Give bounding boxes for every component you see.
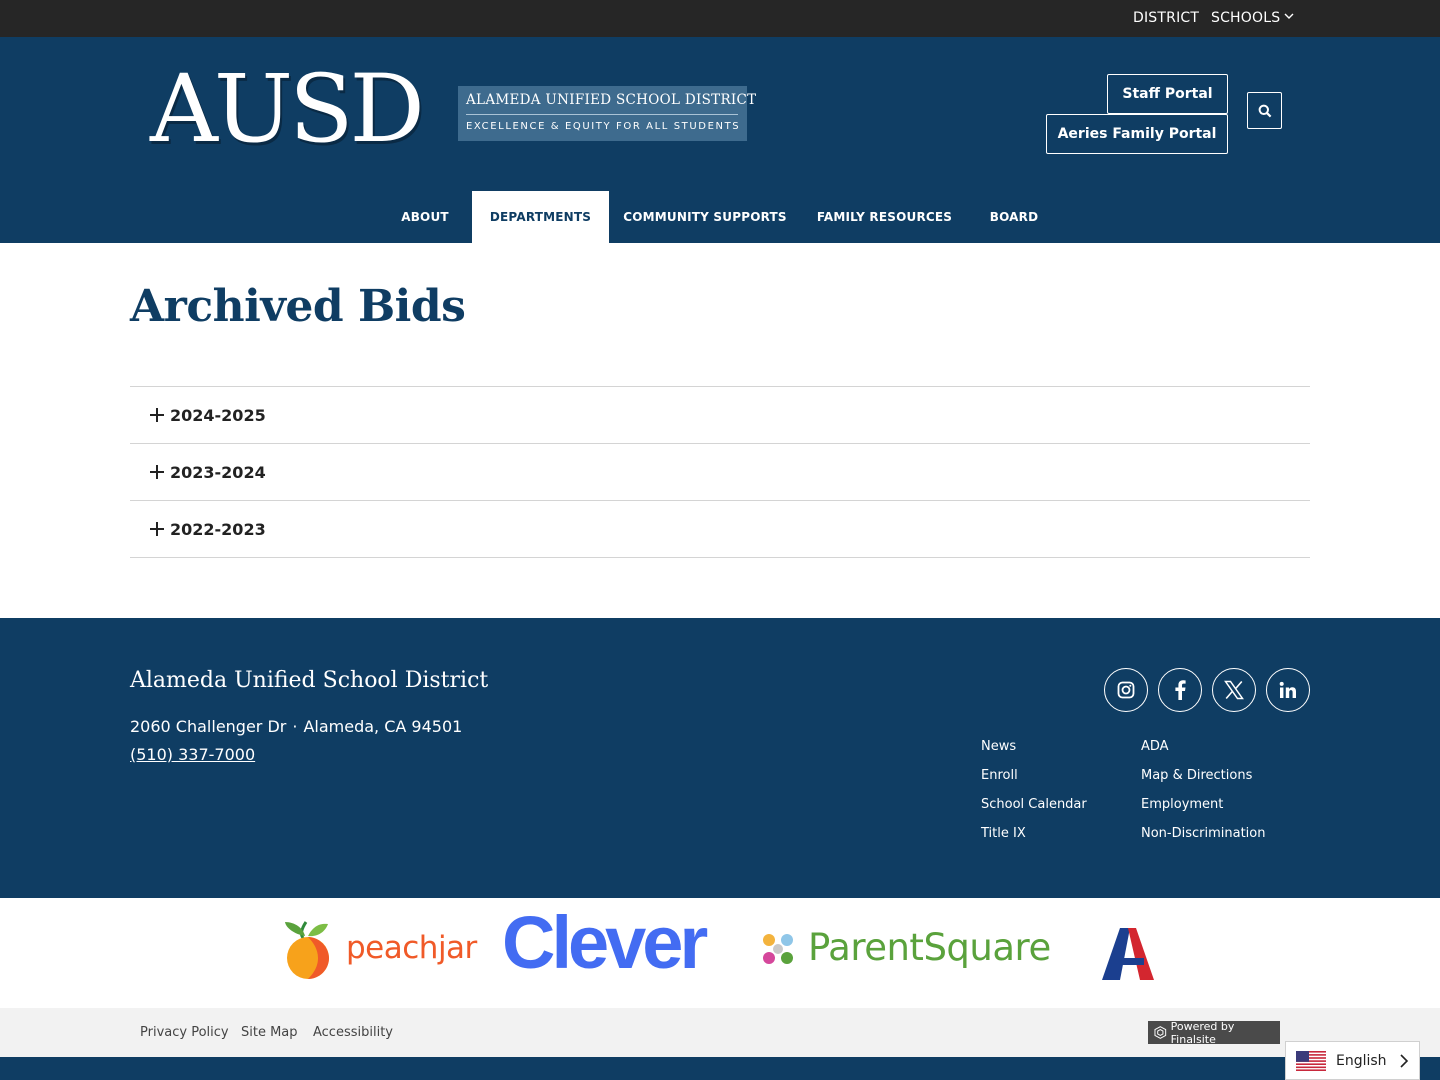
bottom-strip <box>0 1057 1440 1080</box>
accordion-item-2022-2023[interactable]: 2022-2023 <box>130 501 1310 558</box>
utility-bar: DISTRICT SCHOOLS <box>0 0 1440 37</box>
plus-icon <box>150 522 164 536</box>
accordion-label: 2022-2023 <box>170 519 266 539</box>
footer-link-employment[interactable]: Employment <box>1141 797 1223 812</box>
accessibility-link[interactable]: Accessibility <box>313 1025 393 1040</box>
finalsite-label: Powered by Finalsite <box>1170 1019 1235 1046</box>
district-logo[interactable]: AUSD ALAMEDA UNIFIED SCHOOL DISTRICT EXC… <box>150 63 756 159</box>
x-link[interactable] <box>1212 668 1256 712</box>
chevron-down-icon <box>1284 13 1294 19</box>
bids-accordion: 2024-2025 2023-2024 2022-2023 <box>130 386 1310 558</box>
clever-logo[interactable]: Clever <box>502 906 708 980</box>
logo-rule <box>466 114 738 115</box>
schools-label: SCHOOLS <box>1211 10 1281 26</box>
language-selector[interactable]: English <box>1285 1041 1420 1080</box>
footer-district-name: Alameda Unified School District <box>130 668 489 693</box>
footer-link-ada[interactable]: ADA <box>1141 739 1169 754</box>
search-icon <box>1258 104 1271 117</box>
nav-item-family-resources[interactable]: FAMILY RESOURCES <box>802 191 967 243</box>
logo-tagline: EXCELLENCE & EQUITY FOR ALL STUDENTS <box>466 121 741 132</box>
accordion-item-2024-2025[interactable]: 2024-2025 <box>130 387 1310 444</box>
footer-link-non-discrimination[interactable]: Non-Discrimination <box>1141 826 1266 841</box>
main-nav: ABOUT DEPARTMENTS COMMUNITY SUPPORTS FAM… <box>0 191 1440 243</box>
site-map-link[interactable]: Site Map <box>241 1025 298 1040</box>
footer-link-title-ix[interactable]: Title IX <box>981 826 1026 841</box>
chevron-right-icon <box>1400 1054 1409 1068</box>
nav-item-about[interactable]: ABOUT <box>380 191 470 243</box>
footer-link-map-directions[interactable]: Map & Directions <box>1141 768 1252 783</box>
instagram-icon <box>1117 681 1135 699</box>
utility-link-schools[interactable]: SCHOOLS <box>1211 10 1294 26</box>
plus-icon <box>150 465 164 479</box>
peachjar-wordmark: peachjar <box>346 930 477 966</box>
peachjar-logo[interactable]: peachjar <box>282 916 482 980</box>
address-city: Alameda, CA 94501 <box>303 717 463 736</box>
instagram-link[interactable] <box>1104 668 1148 712</box>
linkedin-icon <box>1279 681 1296 698</box>
powered-by-finalsite-badge[interactable]: Powered by Finalsite <box>1148 1019 1280 1046</box>
utility-link-district[interactable]: DISTRICT <box>1133 10 1199 26</box>
plus-icon <box>150 408 164 422</box>
site-footer: Alameda Unified School District 2060 Cha… <box>0 618 1440 898</box>
language-label: English <box>1336 1052 1387 1069</box>
aeries-icon <box>1102 928 1154 980</box>
logo-title: ALAMEDA UNIFIED SCHOOL DISTRICT <box>466 92 757 108</box>
address-street: 2060 Challenger Dr <box>130 717 287 736</box>
family-portal-button[interactable]: Aeries Family Portal <box>1046 114 1228 154</box>
logo-banner: ALAMEDA UNIFIED SCHOOL DISTRICT EXCELLEN… <box>458 86 756 141</box>
nav-item-board[interactable]: BOARD <box>968 191 1060 243</box>
site-header: AUSD ALAMEDA UNIFIED SCHOOL DISTRICT EXC… <box>0 37 1440 243</box>
parentsquare-logo[interactable]: ParentSquare <box>760 926 1060 974</box>
footer-link-school-calendar[interactable]: School Calendar <box>981 797 1087 812</box>
nav-item-community-supports[interactable]: COMMUNITY SUPPORTS <box>610 191 800 243</box>
staff-portal-button[interactable]: Staff Portal <box>1107 74 1228 114</box>
logo-letters: AUSD <box>150 55 425 164</box>
footer-link-enroll[interactable]: Enroll <box>981 768 1018 783</box>
linkedin-link[interactable] <box>1266 668 1310 712</box>
accordion-item-2023-2024[interactable]: 2023-2024 <box>130 444 1310 501</box>
us-flag-icon <box>1296 1050 1326 1071</box>
aeries-logo[interactable] <box>1096 922 1158 984</box>
facebook-link[interactable] <box>1158 668 1202 712</box>
privacy-policy-link[interactable]: Privacy Policy <box>140 1025 229 1040</box>
partner-logos: peachjar Clever ParentSquare <box>0 898 1440 1008</box>
x-icon <box>1224 680 1244 700</box>
search-button[interactable] <box>1247 92 1282 129</box>
nav-item-departments[interactable]: DEPARTMENTS <box>472 191 609 243</box>
footer-link-news[interactable]: News <box>981 739 1016 754</box>
accordion-label: 2024-2025 <box>170 405 266 425</box>
bottom-bar: Privacy Policy Site Map Accessibility Po… <box>0 1008 1440 1057</box>
footer-address: 2060 Challenger Dr · Alameda, CA 94501 <box>130 717 462 736</box>
finalsite-icon <box>1154 1026 1167 1039</box>
accordion-label: 2023-2024 <box>170 462 266 482</box>
footer-phone-link[interactable]: (510) 337-7000 <box>130 745 255 764</box>
parentsquare-wordmark: ParentSquare <box>808 926 1051 969</box>
parentsquare-icon <box>763 934 793 964</box>
facebook-icon <box>1175 680 1186 700</box>
address-separator: · <box>292 717 298 736</box>
page-title: Archived Bids <box>130 281 466 332</box>
peach-icon <box>285 921 329 979</box>
